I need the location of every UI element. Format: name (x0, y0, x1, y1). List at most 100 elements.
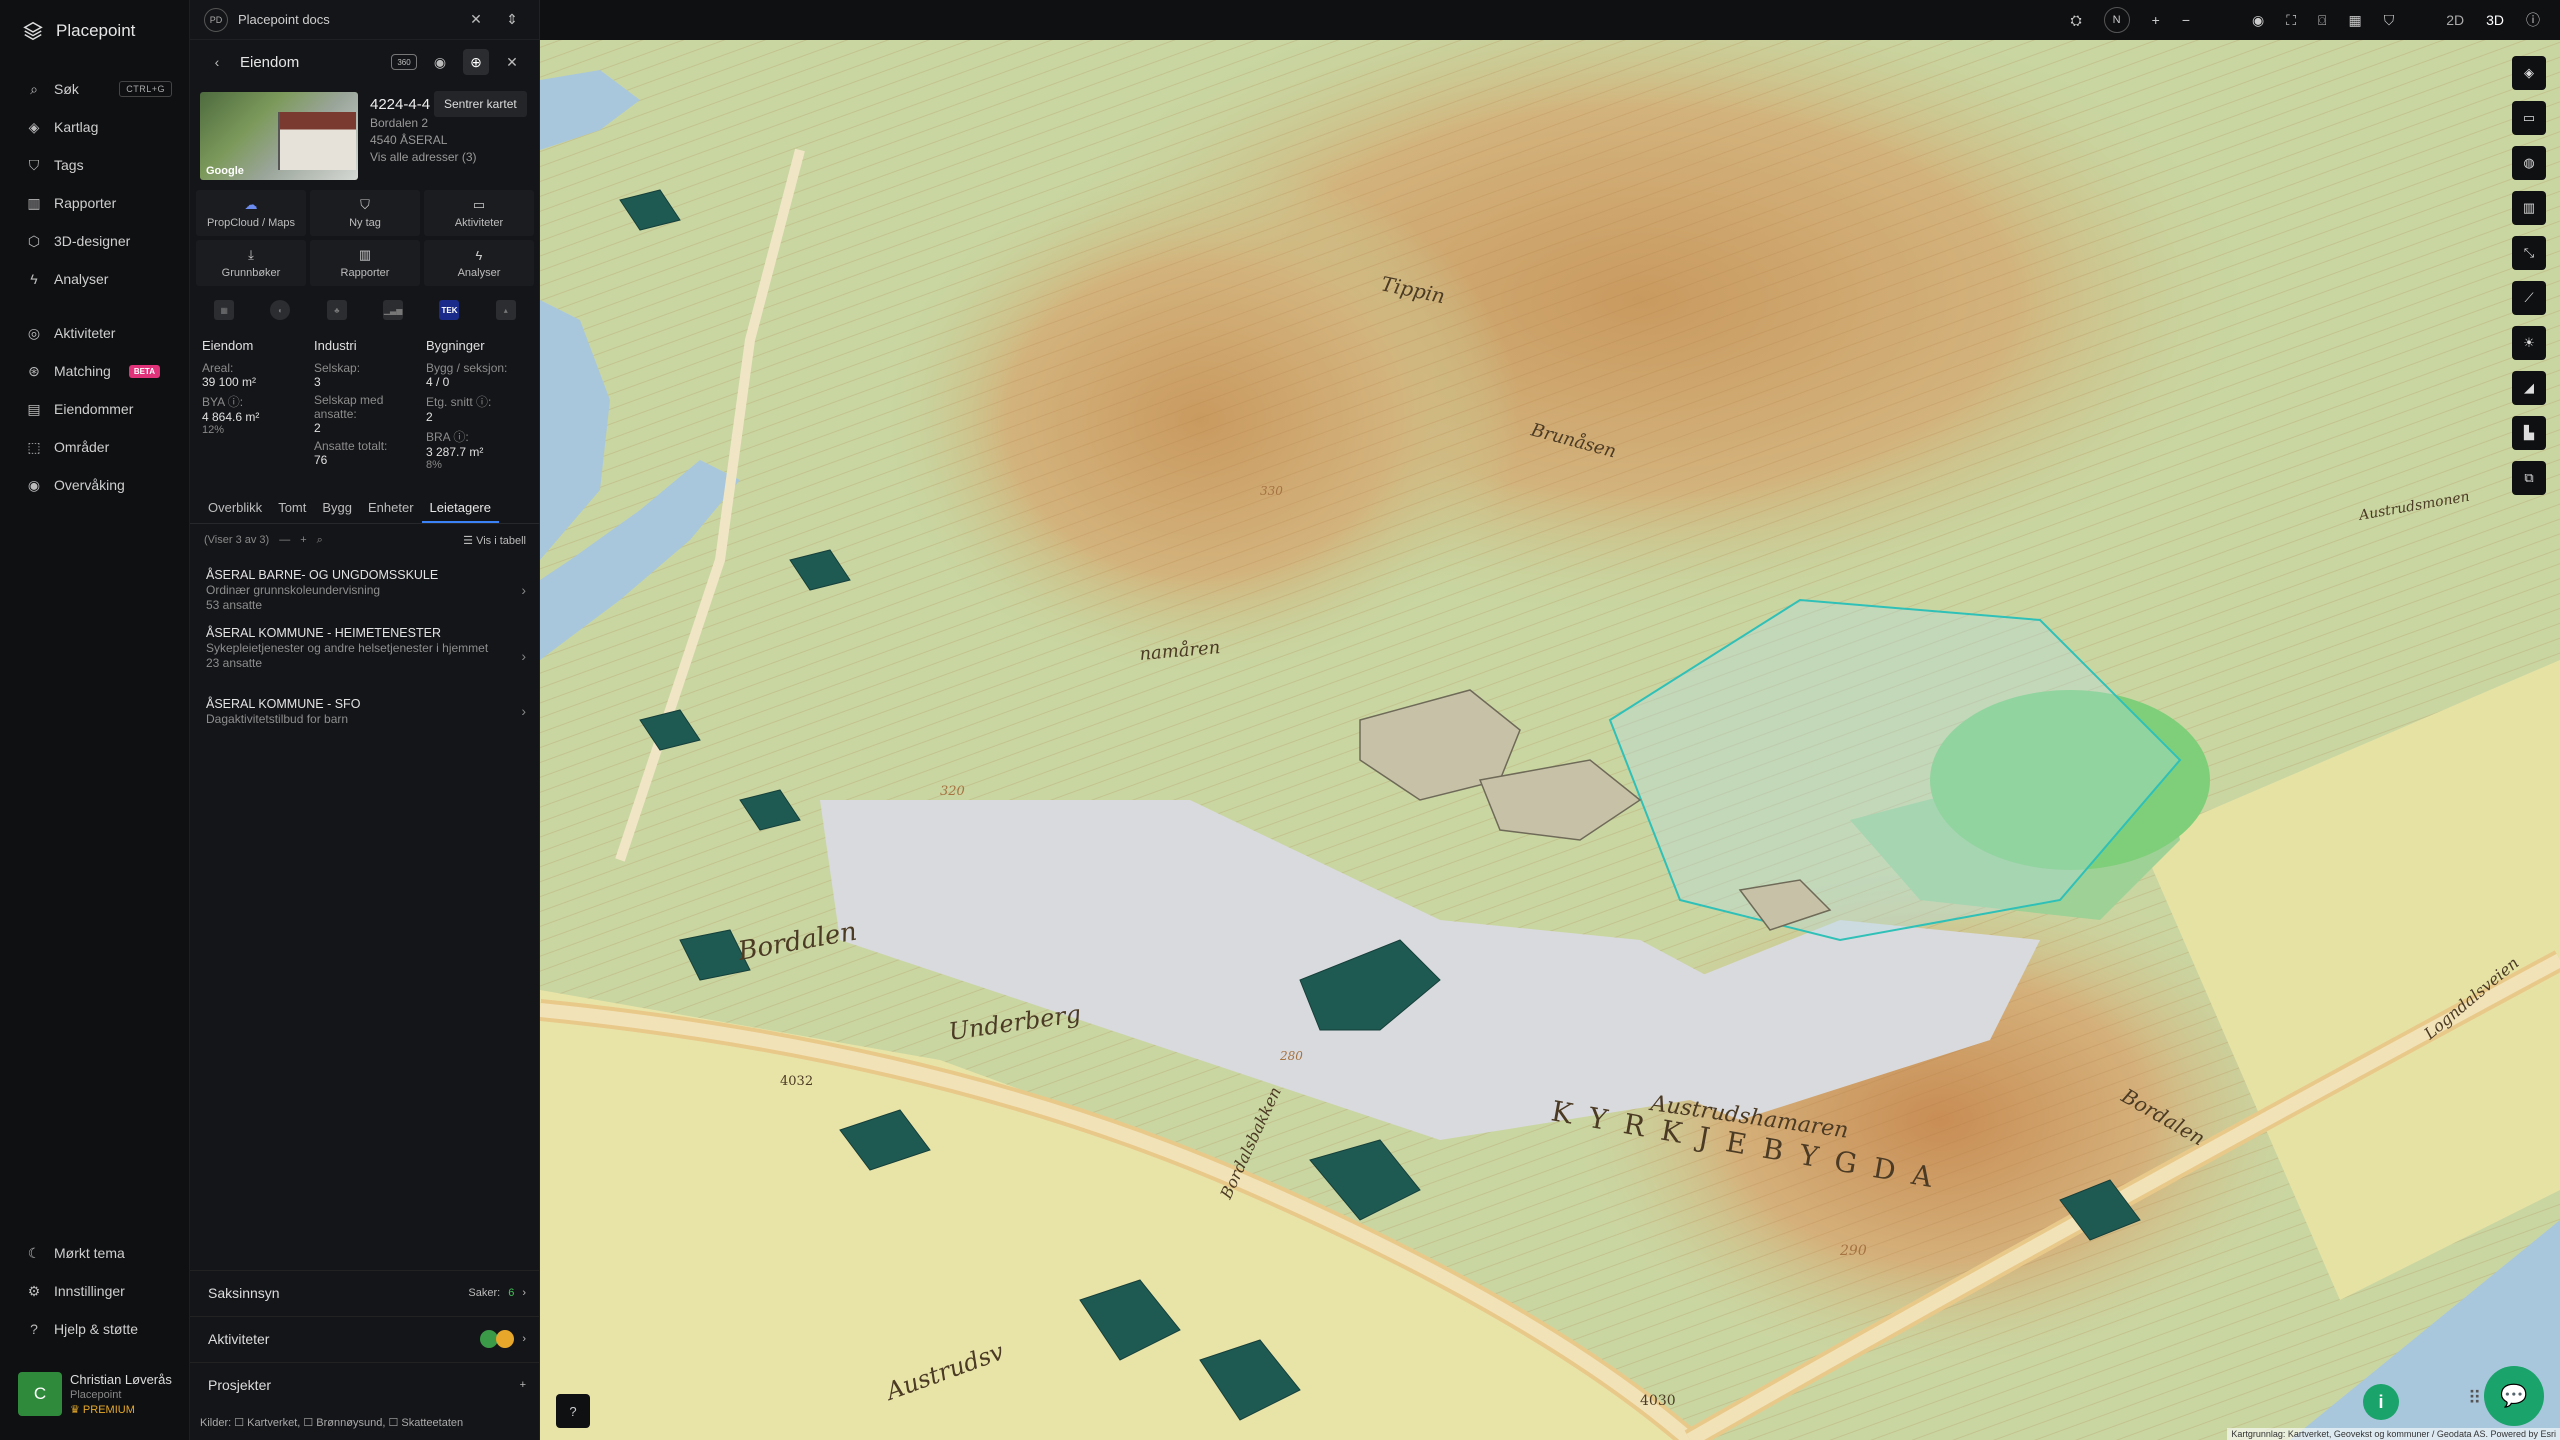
map-tool-terrain[interactable]: ◢ (2512, 371, 2546, 405)
source-icon[interactable]: ◐ (270, 300, 291, 320)
map-tool-ruler[interactable]: ▭ (2512, 101, 2546, 135)
add-project-icon[interactable]: + (520, 1379, 526, 1391)
source-icon[interactable]: ▁▃▅ (383, 300, 404, 320)
view-360-button[interactable]: 360 (391, 54, 417, 70)
info-icon[interactable]: ⓘ (2526, 10, 2540, 30)
activities-button[interactable]: ▭ Aktiviteter (424, 190, 534, 236)
map-tool-sun[interactable]: ☀ (2512, 326, 2546, 360)
camera-icon[interactable]: ⌼ (2318, 12, 2326, 29)
close-panel-icon[interactable]: ✕ (499, 49, 525, 75)
source-icon[interactable]: ▦ (214, 300, 235, 320)
bookmark-icon[interactable]: ⛉ (2384, 12, 2395, 29)
property-photo[interactable]: Google (200, 92, 358, 180)
quick-actions: ☁ PropCloud / Maps ⛉ Ny tag ▭ Aktiviteter ⤓… (196, 190, 534, 286)
chat-support-button[interactable]: 💬 (2484, 1366, 2544, 1426)
mode-3d-button[interactable]: 3D (2486, 12, 2504, 28)
add-icon[interactable]: + (300, 534, 306, 546)
nav-item-overvaking[interactable]: ◉ Overvåking (0, 466, 190, 504)
nav-item-rapporter[interactable]: ▥ Rapporter (0, 184, 190, 222)
map-tool-profile[interactable]: ⟋ (2512, 281, 2546, 315)
expand-icon[interactable]: ⇕ (499, 7, 525, 33)
sun-icon: ☀ (2523, 335, 2535, 350)
brand[interactable]: Placepoint (22, 20, 135, 42)
nav-item-matching[interactable]: ⊛ Matching BETA (0, 352, 190, 390)
property-stats: Eiendom Areal: 39 100 m² BYA ⓘ: 4 864.6 m²… (202, 338, 528, 475)
tenant-item[interactable]: ÅSERAL KOMMUNE - HEIMETENESTER Sykepleie… (206, 626, 526, 670)
user-profile[interactable]: C Christian Løverås Placepoint ♛ PREMIUM (18, 1372, 172, 1416)
nav-item-dark-theme[interactable]: ☾ Mørkt tema (0, 1234, 190, 1272)
nav-item-eiendommer[interactable]: ▤ Eiendommer (0, 390, 190, 428)
download-icon: ⤓ (248, 247, 254, 262)
sources-footer: Kilder: ☐ Kartverket, ☐ Brønnøysund, ☐ S… (200, 1417, 464, 1429)
analyses-button[interactable]: ϟ Analyser (424, 240, 534, 286)
tab-overblikk[interactable]: Overblikk (200, 496, 270, 523)
activity-avatars: › (480, 1329, 526, 1348)
grunnboker-button[interactable]: ⤓ Grunnbøker (196, 240, 306, 286)
nav-item-settings[interactable]: ⚙ Innstillinger (0, 1272, 190, 1310)
drag-handle-icon[interactable]: ⠿ (2468, 1388, 2481, 1409)
nav-item-omrader[interactable]: ⬚ Områder (0, 428, 190, 466)
tenant-item[interactable]: ÅSERAL KOMMUNE - SFO Dagaktivitetstilbud… (206, 697, 526, 726)
center-map-button[interactable]: ⊕ (463, 49, 489, 75)
mode-2d-button[interactable]: 2D (2446, 12, 2464, 28)
cases-label: Saker: (468, 1286, 501, 1299)
tenant-item[interactable]: ÅSERAL BARNE- OG UNGDOMSSKULE Ordinær gr… (206, 568, 526, 612)
nav-item-help[interactable]: ? Hjelp & støtte (0, 1310, 190, 1348)
map-tool-view[interactable]: ◍ (2512, 146, 2546, 180)
fullscreen-icon[interactable]: ⛶ (2286, 12, 2296, 29)
tab-tomt[interactable]: Tomt (270, 496, 314, 523)
chevron-right-icon: › (522, 1286, 526, 1299)
map-tool-measure[interactable]: ⤡ (2512, 236, 2546, 270)
nav-item-search[interactable]: ⌕ Søk CTRL+G (0, 70, 190, 108)
source-icon[interactable]: ▴ (495, 300, 516, 320)
new-tag-button[interactable]: ⛉ Ny tag (310, 190, 420, 236)
map-tool-chart[interactable]: ▥ (2512, 191, 2546, 225)
qbtn-label: Grunnbøker (221, 267, 281, 279)
reports-button[interactable]: ▥ Rapporter (310, 240, 420, 286)
collapse-icon[interactable]: — (279, 534, 290, 546)
info-button[interactable]: i (2363, 1384, 2399, 1420)
nav-item-analyser[interactable]: ϟ Analyser (0, 260, 190, 298)
workspace-title[interactable]: Placepoint docs (238, 12, 453, 27)
nav-item-3d-designer[interactable]: ⬡ 3D-designer (0, 222, 190, 260)
all-addresses-link[interactable]: Vis alle adresser (3) (370, 150, 530, 164)
qbtn-label: Ny tag (349, 217, 381, 229)
zoom-out-icon[interactable]: − (2182, 12, 2190, 28)
map-tool-compare[interactable]: ⧉ (2512, 461, 2546, 495)
tab-leietagere[interactable]: Leietagere (421, 496, 499, 523)
tab-bygg[interactable]: Bygg (314, 496, 360, 523)
layers-3d-icon[interactable]: ⛭ (2070, 12, 2081, 29)
map-help-button[interactable]: ? (556, 1394, 590, 1428)
aktiviteter-section[interactable]: Aktiviteter › (190, 1316, 540, 1360)
map-view[interactable]: Tippin Brunåsen namåren Bordalen Underbe… (540, 40, 2560, 1440)
propcloud-button[interactable]: ☁ PropCloud / Maps (196, 190, 306, 236)
tenant-employees: 53 ansatte (206, 598, 263, 612)
grid-icon[interactable]: ▦ (2348, 12, 2361, 29)
table-view-button[interactable]: ☰ Vis i tabell (463, 534, 526, 547)
avatar: C (18, 1372, 62, 1416)
label-elevation: 330 (1260, 484, 1283, 498)
saksinnsyn-section[interactable]: Saksinnsyn Saker: 6 › (190, 1270, 540, 1314)
eye-icon[interactable]: ◉ (2252, 12, 2264, 29)
nav-item-kartlag[interactable]: ◈ Kartlag (0, 108, 190, 146)
back-icon[interactable]: ‹ (204, 49, 230, 75)
nav-label: Søk (54, 81, 79, 97)
placepoint-logo-icon (23, 21, 43, 41)
tek-source-icon[interactable]: TEK (439, 300, 460, 320)
map-tool-skyline[interactable]: ▙ (2512, 416, 2546, 450)
map-canvas[interactable]: Tippin Brunåsen namåren Bordalen Underbe… (540, 40, 2560, 1440)
source-icon[interactable]: ♣ (326, 300, 347, 320)
eye-icon[interactable]: ◉ (427, 49, 453, 75)
label-road-4030: 4030 (1640, 1393, 1676, 1409)
prosjekter-section[interactable]: Prosjekter + (190, 1362, 540, 1406)
tab-enheter[interactable]: Enheter (360, 496, 422, 523)
close-workspace-icon[interactable]: ✕ (463, 7, 489, 33)
compass-button[interactable]: N (2103, 7, 2130, 33)
nav-item-tags[interactable]: ⛉ Tags (0, 146, 190, 184)
zoom-in-icon[interactable]: + (2152, 12, 2160, 28)
layers-icon: ◈ (2524, 65, 2534, 80)
map-tool-layers[interactable]: ◈ (2512, 56, 2546, 90)
nav-item-aktiviteter[interactable]: ◎ Aktiviteter (0, 314, 190, 352)
property-tabs: Overblikk Tomt Bygg Enheter Leietagere (190, 496, 540, 524)
search-icon[interactable]: ⌕ (317, 534, 323, 547)
